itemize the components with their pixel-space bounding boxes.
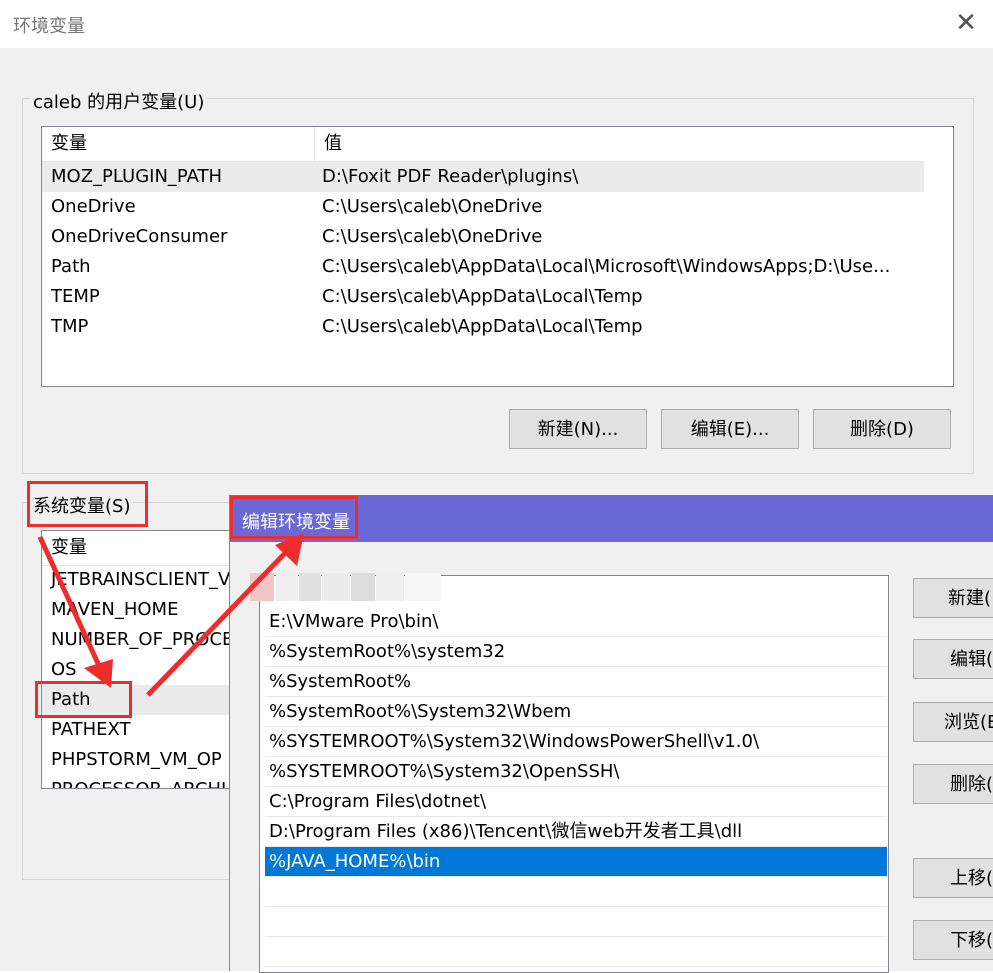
dialog-edit-button[interactable]: 编辑( [913, 639, 993, 679]
var-name: TEMP [51, 286, 100, 307]
user-edit-button[interactable]: 编辑(E)... [661, 409, 799, 449]
var-name: PROCESSOR_ARCHI [42, 775, 226, 788]
table-row[interactable]: MAVEN_HOME [42, 595, 242, 625]
table-row[interactable]: TEMP C:\Users\caleb\AppData\Local\Temp [42, 282, 924, 312]
redacted-block [376, 573, 404, 601]
user-new-button[interactable]: 新建(N)... [509, 409, 647, 449]
var-name: PATHEXT [51, 719, 131, 740]
var-value: C:\Users\caleb\OneDrive [322, 196, 543, 217]
close-icon[interactable]: ✕ [950, 6, 982, 40]
var-value: D:\Foxit PDF Reader\plugins\ [322, 166, 579, 187]
table-row[interactable]: TMP C:\Users\caleb\AppData\Local\Temp [42, 312, 924, 342]
list-item[interactable]: %SYSTEMROOT%\System32\WindowsPowerShell\… [265, 727, 887, 757]
dialog-move-up-button[interactable]: 上移( [913, 858, 993, 898]
table-row[interactable]: OneDriveConsumer C:\Users\caleb\OneDrive [42, 222, 924, 252]
table-row[interactable]: Path C:\Users\caleb\AppData\Local\Micros… [42, 252, 924, 282]
redacted-block [405, 573, 441, 601]
list-item[interactable]: E:\VMware Pro\bin\ [265, 607, 887, 637]
var-name: Path [51, 256, 91, 277]
table-row[interactable]: PHPSTORM_VM_OP [42, 745, 242, 775]
dialog-move-down-button[interactable]: 下移( [913, 920, 993, 960]
var-name: NUMBER_OF_PROCE [51, 629, 234, 650]
table-row[interactable]: NUMBER_OF_PROCE [42, 625, 242, 655]
var-name: JETBRAINSCLIENT_V [51, 569, 231, 590]
table-row[interactable]: PROCESSOR_ARCHI [42, 775, 242, 788]
list-item[interactable]: D:\Program Files (x86)\Tencent\微信web开发者工… [265, 817, 887, 847]
var-value: C:\Users\caleb\AppData\Local\Temp [322, 286, 643, 307]
annotation-box-dialog-title [230, 496, 358, 539]
var-name: MOZ_PLUGIN_PATH [51, 166, 223, 187]
path-entries-list[interactable]: E:\VMware Pro\bin\ %SystemRoot%\system32… [259, 575, 889, 973]
column-header-variable[interactable]: 变量 [42, 531, 242, 565]
system-variables-list[interactable]: 变量 JETBRAINSCLIENT_V MAVEN_HOME NUMBER_O… [41, 530, 243, 789]
column-header-variable[interactable]: 变量 [42, 127, 315, 161]
var-value: C:\Users\caleb\AppData\Local\Temp [322, 316, 643, 337]
table-row[interactable]: JETBRAINSCLIENT_V [42, 565, 242, 595]
table-row[interactable]: MOZ_PLUGIN_PATH D:\Foxit PDF Reader\plug… [42, 162, 924, 192]
redacted-block [322, 573, 350, 601]
empty-list-item[interactable] [265, 907, 887, 937]
list-item[interactable]: %SYSTEMROOT%\System32\OpenSSH\ [265, 757, 887, 787]
user-variables-label: caleb 的用户变量(U) [30, 88, 208, 114]
list-item-selected[interactable]: %JAVA_HOME%\bin [265, 847, 887, 877]
dialog-browse-button[interactable]: 浏览(B [913, 702, 993, 742]
dialog-delete-button[interactable]: 删除( [913, 764, 993, 804]
user-delete-button[interactable]: 删除(D) [813, 409, 951, 449]
column-header-value[interactable]: 值 [315, 127, 924, 161]
dialog-new-button[interactable]: 新建( [913, 578, 993, 618]
list-item[interactable]: C:\Program Files\dotnet\ [265, 787, 887, 817]
table-row[interactable]: OneDrive C:\Users\caleb\OneDrive [42, 192, 924, 222]
var-value: C:\Users\caleb\OneDrive [322, 226, 543, 247]
var-name: OneDriveConsumer [51, 226, 228, 247]
list-item[interactable]: %SystemRoot% [265, 667, 887, 697]
list-item[interactable]: %SystemRoot%\System32\Wbem [265, 697, 887, 727]
empty-list-item[interactable] [265, 937, 887, 967]
redacted-block [276, 573, 298, 601]
var-name: OneDrive [51, 196, 136, 217]
empty-list-item[interactable] [265, 877, 887, 907]
var-value: C:\Users\caleb\AppData\Local\Microsoft\W… [322, 256, 891, 277]
system-list-header: 变量 [42, 531, 242, 566]
annotation-box-path [35, 681, 132, 718]
var-name: TMP [51, 316, 89, 337]
list-item[interactable]: %SystemRoot%\system32 [265, 637, 887, 667]
window-title: 环境变量 [13, 16, 85, 37]
redacted-block [299, 573, 321, 601]
table-row[interactable]: PATHEXT [42, 715, 242, 745]
var-name: MAVEN_HOME [51, 599, 179, 620]
user-list-header: 变量 值 [42, 127, 924, 162]
redacted-block [250, 573, 274, 601]
title-bar: 环境变量 ✕ [0, 0, 993, 48]
annotation-box-system-vars [27, 481, 148, 527]
user-variables-list[interactable]: 变量 值 MOZ_PLUGIN_PATH D:\Foxit PDF Reader… [41, 126, 954, 387]
redacted-block [351, 573, 375, 601]
var-name: PHPSTORM_VM_OP [51, 749, 222, 770]
